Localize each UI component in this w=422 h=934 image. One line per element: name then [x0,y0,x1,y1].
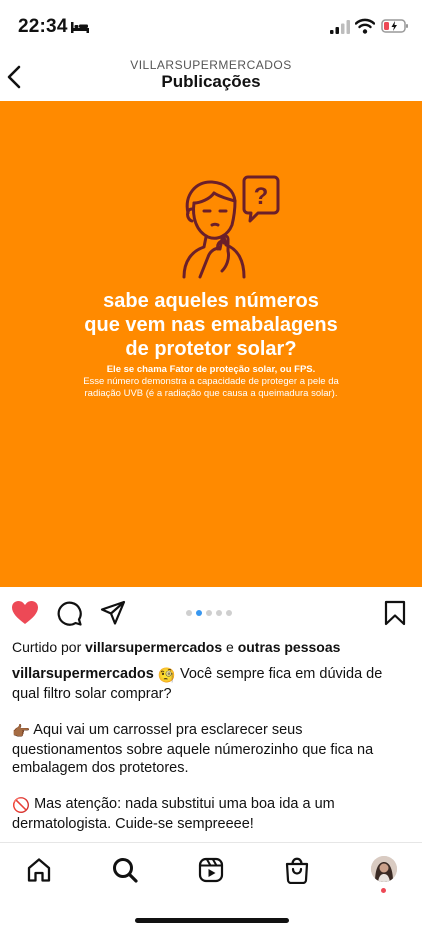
bottom-nav [0,842,422,902]
header-account-name[interactable]: VILLARSUPERMERCADOS [0,58,422,72]
caption-username[interactable]: villarsupermercados [12,666,154,682]
action-bar [0,596,422,632]
heart-icon[interactable] [11,600,39,626]
home-icon[interactable] [26,857,52,883]
prohibited-emoji: 🚫 [12,798,31,814]
caption-paragraph: 👉🏾 Aqui vai um carrossel pra esclarecer … [12,721,412,777]
headline-line: de protetor solar? [125,338,297,360]
bookmark-icon[interactable] [384,600,406,626]
wifi-icon [355,18,375,34]
profile-avatar[interactable] [371,856,397,882]
headline-line: que vem nas emabalagens [84,314,338,336]
pointing-right-emoji: 👉🏾 [12,724,31,740]
post-headline: sabe aqueles números que vem nas emabala… [0,289,422,361]
liked-by-others[interactable]: outras pessoas [238,639,341,655]
likes-prefix: Curtido por [12,639,86,655]
avatar-image [371,856,397,882]
carousel-indicator [186,610,232,616]
post-image[interactable]: ? sabe aqueles números que vem nas emaba… [0,101,422,587]
likes-text: Curtido por villarsupermercados e outras… [12,639,340,655]
shop-icon[interactable] [284,856,310,884]
caption-paragraph: 🚫 Mas atenção: nada substitui uma boa id… [12,795,412,833]
signal-icon [330,20,350,34]
post-subheading: Ele se chama Fator de proteção solar, ou… [106,364,316,375]
carousel-dot [226,610,232,616]
header: VILLARSUPERMERCADOS Publicações [0,52,422,100]
status-bar: 22:34 [0,0,422,52]
caption-text: Aqui vai um carrossel pra esclarecer seu… [12,722,374,776]
monocle-face-emoji: 🧐 [157,668,176,684]
comment-icon[interactable] [56,600,82,626]
post-caption: villarsupermercados 🧐 Você sempre fica e… [12,665,412,851]
body-line: Esse número demonstra a capacidade de pr… [83,376,339,387]
likes-middle: e [222,639,238,655]
notification-dot [381,888,386,893]
bed-icon [71,22,89,33]
carousel-dot [206,610,212,616]
home-indicator[interactable] [135,918,289,923]
reels-icon[interactable] [198,857,224,883]
thinking-person-question-icon: ? [182,175,280,279]
body-line: radiação UVB (é a radiação que causa a q… [84,388,338,399]
carousel-dot [216,610,222,616]
liked-by-user[interactable]: villarsupermercados [85,639,222,655]
battery-icon [381,19,408,33]
search-icon[interactable] [112,857,138,883]
share-icon[interactable] [100,600,126,626]
post-body: Ele se chama Fator de proteção solar, ou… [0,364,422,400]
status-time: 22:34 [18,16,68,37]
carousel-dot [186,610,192,616]
svg-text:?: ? [254,183,269,210]
page-title: Publicações [161,72,261,91]
caption-paragraph: villarsupermercados 🧐 Você sempre fica e… [12,665,412,703]
carousel-dot-active [196,610,202,616]
headline-line: sabe aqueles números [103,290,319,312]
caption-text: Mas atenção: nada substitui uma boa ida … [12,796,335,832]
